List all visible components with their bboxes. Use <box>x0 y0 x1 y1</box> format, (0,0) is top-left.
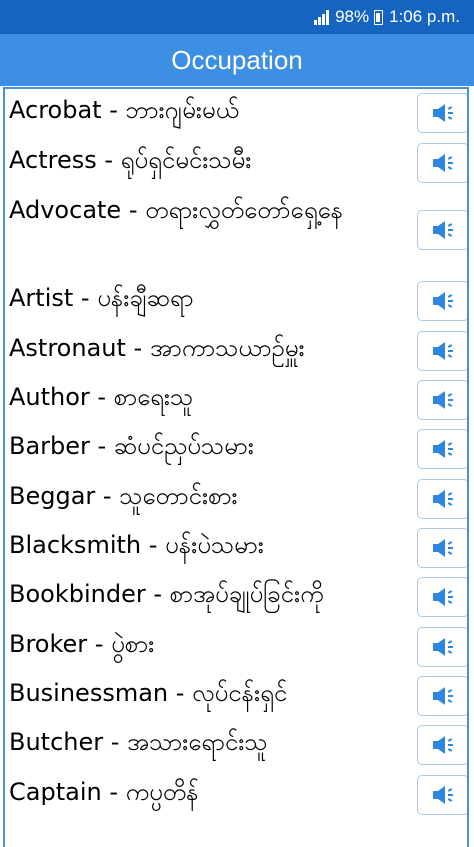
speaker-button[interactable] <box>417 331 467 371</box>
speaker-volume-icon <box>433 342 453 360</box>
speaker-button[interactable] <box>417 577 467 617</box>
speaker-button[interactable] <box>417 429 467 469</box>
occupation-text: Barber - ဆံပင်ညှပ်သမား <box>9 432 254 460</box>
speaker-button[interactable] <box>417 775 467 815</box>
occupation-text: Actress - ရုပ်ရှင်မင်းသမီး <box>9 146 252 174</box>
speaker-button[interactable] <box>417 143 467 183</box>
status-bar: 98% 1:06 p.m. <box>0 0 474 34</box>
speaker-button[interactable] <box>417 380 467 420</box>
occupation-text: Captain - ကပ္ပတိန် <box>9 778 199 806</box>
speaker-volume-icon <box>433 638 453 656</box>
occupation-text: Blacksmith - ပန်းပဲသမား <box>9 531 264 559</box>
occupation-text: Artist - ပန်းချီဆရာ <box>9 284 194 312</box>
speaker-button[interactable] <box>417 93 467 133</box>
occupation-text: Beggar - သူတောင်းစား <box>9 482 238 510</box>
speaker-button[interactable] <box>417 281 467 321</box>
speaker-button[interactable] <box>417 725 467 765</box>
page-title: Occupation <box>171 44 303 75</box>
speaker-button[interactable] <box>417 210 467 250</box>
speaker-button[interactable] <box>417 627 467 667</box>
speaker-volume-icon <box>433 588 453 606</box>
speaker-volume-icon <box>433 391 453 409</box>
speaker-volume-icon <box>433 786 453 804</box>
speaker-volume-icon <box>433 154 453 172</box>
occupation-text: Acrobat - ဘားဂျမ်းမယ် <box>9 96 239 124</box>
speaker-volume-icon <box>433 104 453 122</box>
battery-icon <box>374 9 384 25</box>
signal-bars-icon <box>314 9 330 25</box>
speaker-button[interactable] <box>417 528 467 568</box>
speaker-button[interactable] <box>417 676 467 716</box>
occupation-text: Advocate - တရားလွှတ်တော်ရှေ့နေ <box>9 196 344 224</box>
speaker-volume-icon <box>433 736 453 754</box>
occupation-text: Author - စာရေးသူ <box>9 383 194 411</box>
speaker-volume-icon <box>433 292 453 310</box>
speaker-volume-icon <box>433 221 453 239</box>
speaker-volume-icon <box>433 490 453 508</box>
speaker-button[interactable] <box>417 479 467 519</box>
occupation-text: Bookbinder - စာအုပ်ချုပ်ခြင်းကို <box>9 580 324 608</box>
title-bar: Occupation <box>0 34 474 86</box>
battery-percent: 98% <box>335 7 370 26</box>
occupation-text: Broker - ပွဲစား <box>9 630 155 658</box>
speaker-volume-icon <box>433 539 453 557</box>
clock: 1:06 p.m. <box>389 7 460 26</box>
occupation-text: Astronaut - အာကာသယာဉ်မှူး <box>9 334 305 362</box>
speaker-volume-icon <box>433 687 453 705</box>
occupation-list[interactable]: Acrobat - ဘားဂျမ်းမယ် Actress - ရုပ်ရှင်… <box>3 87 469 847</box>
speaker-volume-icon <box>433 440 453 458</box>
occupation-text: Butcher - အသားရောင်းသူ <box>9 728 268 756</box>
occupation-text: Businessman - လုပ်ငန်းရှင် <box>9 679 288 707</box>
